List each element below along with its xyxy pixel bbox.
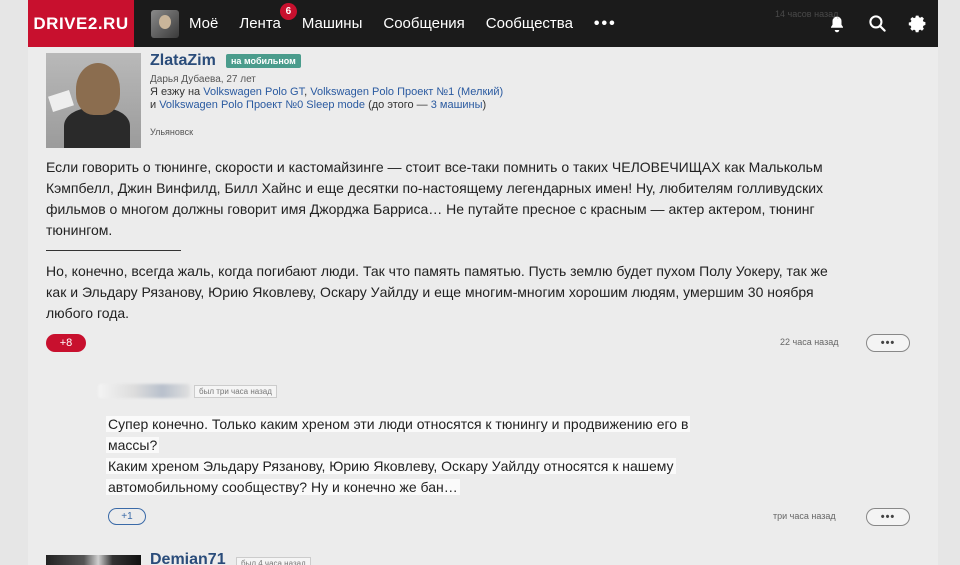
nav-item-lenta[interactable]: Лента 6 [239,3,297,32]
comment-more-button[interactable]: ••• [866,508,910,526]
author-city: Ульяновск [150,127,194,137]
notification-badge: 6 [279,3,297,20]
post-like-button[interactable]: +8 [46,334,86,352]
comment-author-status: был три часа назад [194,385,277,398]
text-divider [46,250,181,251]
top-navbar: DRIVE2.RU Моё Лента 6 Машины Сообщения С… [28,0,938,47]
nav-icons [826,13,928,35]
user-avatar[interactable] [151,9,179,38]
gear-icon[interactable] [906,13,928,35]
comment-author-blurred[interactable] [98,384,190,398]
author-cars: Я езжу на Volkswagen Polo GT, Volkswagen… [150,86,504,111]
car-link-project-1[interactable]: Volkswagen Polo Проект №1 (Мелкий) [310,86,503,98]
next-comment-author[interactable]: Demian71 [150,551,226,565]
mobile-status-badge: на мобильном [226,54,301,68]
comment-like-button[interactable]: +1 [108,508,146,525]
post-author-name[interactable]: ZlataZim [150,52,216,70]
nav-more-button[interactable]: ••• [594,15,617,33]
post-author-avatar[interactable] [46,53,141,148]
nav-item-communities[interactable]: Сообщества [486,15,573,32]
site-logo[interactable]: DRIVE2.RU [28,0,134,47]
comment-timestamp: три часа назад [773,511,836,521]
nav-item-cars[interactable]: Машины [302,15,362,32]
next-comment-avatar[interactable] [46,555,141,565]
search-icon[interactable] [866,13,888,35]
author-meta: Дарья Дубаева, 27 лет [150,74,256,85]
ghost-timestamp: 14 часов назад [775,9,839,19]
car-link-project-0[interactable]: Volkswagen Polo Проект №0 Sleep mode [159,99,365,111]
post-paragraph: Но, конечно, всегда жаль, когда погибают… [46,263,828,321]
post-timestamp: 22 часа назад [780,337,839,347]
nav-item-lenta-label: Лента [239,15,281,32]
nav-item-moe[interactable]: Моё [189,15,218,32]
post-paragraph: Если говорить о тюнинге, скорости и каст… [46,159,824,238]
next-comment-status: был 4 часа назад [236,557,311,565]
nav-item-messages[interactable]: Сообщения [383,15,464,32]
comment-body: Супер конечно. Только каким хреном эти л… [106,416,691,495]
car-link-polo-gt[interactable]: Volkswagen Polo GT [203,86,304,98]
post-body: Если говорить о тюнинге, скорости и каст… [46,157,846,324]
post-card: ZlataZim на мобильном Дарья Дубаева, 27 … [28,47,938,565]
post-more-button[interactable]: ••• [866,334,910,352]
previous-cars-link[interactable]: 3 машины [431,99,483,111]
